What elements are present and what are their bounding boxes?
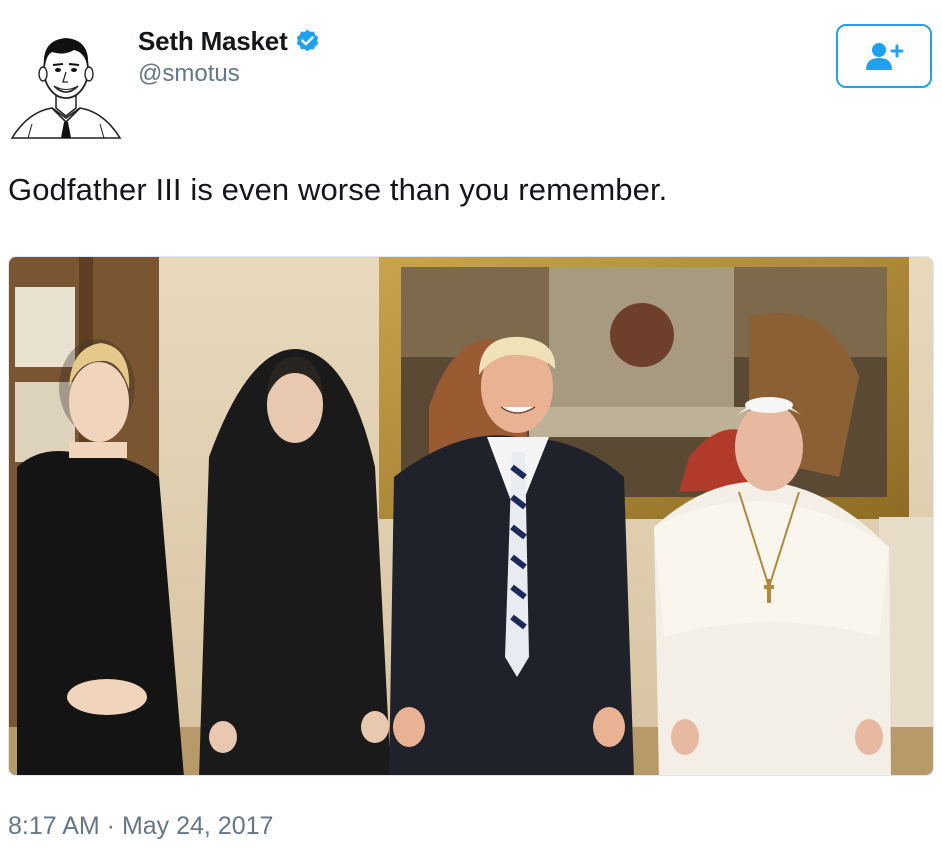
tweet-timestamp[interactable]: 8:17 AM · May 24, 2017 (8, 812, 273, 841)
tweet-text: Godfather III is even worse than you rem… (8, 172, 668, 207)
cartoon-portrait-icon (8, 26, 124, 142)
avatar[interactable] (8, 26, 124, 142)
follow-button[interactable] (836, 24, 932, 88)
add-user-icon (866, 43, 904, 70)
display-name[interactable]: Seth Masket (138, 26, 288, 57)
tweet-photo[interactable] (8, 256, 934, 776)
group-photo-image (9, 257, 933, 775)
user-handle[interactable]: @smotus (138, 60, 240, 88)
name-row: Seth Masket (138, 26, 321, 57)
verified-badge-icon (294, 28, 321, 55)
